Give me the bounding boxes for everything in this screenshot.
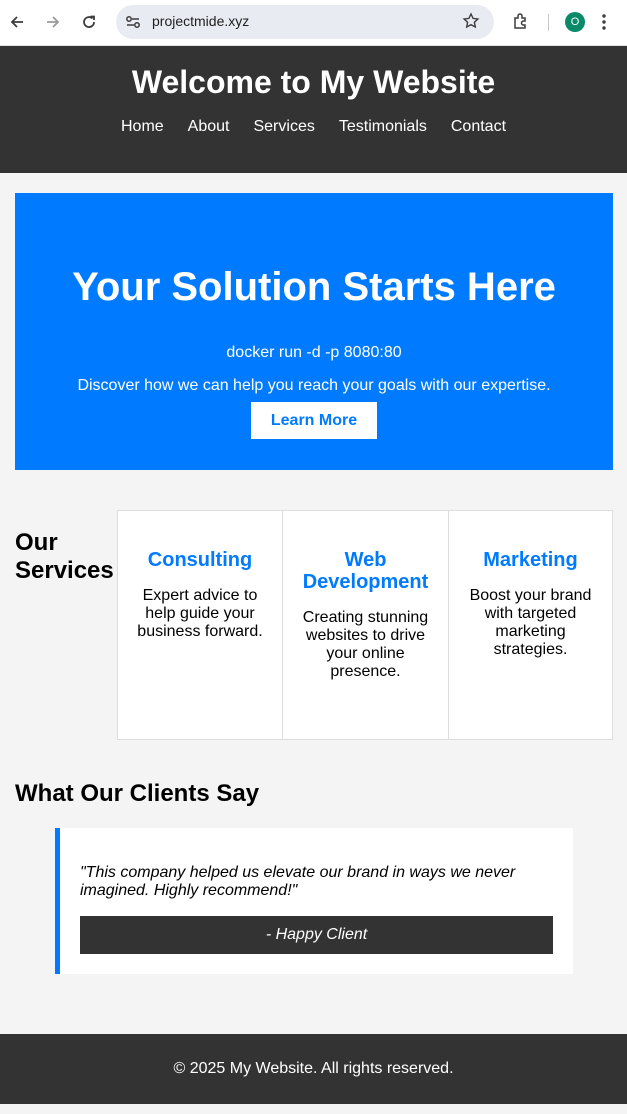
testimonial-card: "This company helped us elevate our bran… bbox=[55, 828, 573, 974]
toolbar-divider bbox=[548, 14, 549, 31]
service-card-web-development: Web Development Creating stunning websit… bbox=[282, 510, 449, 740]
nav-link-about[interactable]: About bbox=[176, 118, 242, 136]
nav-link-contact[interactable]: Contact bbox=[439, 118, 518, 136]
site-header: Welcome to My Website Home About Service… bbox=[0, 46, 627, 173]
service-text: Creating stunning websites to drive your… bbox=[302, 609, 429, 680]
hero-description: Discover how we can help you reach your … bbox=[77, 377, 551, 394]
service-card-consulting: Consulting Expert advice to help guide y… bbox=[117, 510, 283, 740]
more-menu-icon[interactable] bbox=[601, 12, 607, 37]
testimonial-quote: "This company helped us elevate our bran… bbox=[80, 864, 516, 899]
footer-copyright: © 2025 My Website. All rights reserved. bbox=[173, 1060, 454, 1077]
bookmark-star-icon[interactable] bbox=[462, 12, 480, 35]
service-card-marketing: Marketing Boost your brand with targeted… bbox=[448, 510, 613, 740]
browser-toolbar: projectmide.xyz O bbox=[0, 0, 627, 46]
learn-more-button[interactable]: Learn More bbox=[251, 402, 377, 439]
nav-link-services[interactable]: Services bbox=[241, 118, 326, 136]
service-text: Expert advice to help guide your busines… bbox=[137, 587, 263, 640]
reload-icon[interactable] bbox=[78, 11, 100, 33]
testimonials-heading: What Our Clients Say bbox=[15, 780, 260, 807]
nav-link-home[interactable]: Home bbox=[109, 118, 176, 136]
service-text: Boost your brand with targeted marketing… bbox=[469, 587, 592, 658]
hero-section: Your Solution Starts Here docker run -d … bbox=[15, 193, 613, 470]
back-arrow-icon[interactable] bbox=[6, 11, 28, 33]
testimonial-author: - Happy Client bbox=[80, 916, 553, 954]
address-bar[interactable]: projectmide.xyz bbox=[116, 5, 494, 39]
hero-command: docker run -d -p 8080:80 bbox=[226, 344, 402, 361]
service-title: Consulting bbox=[147, 549, 253, 571]
hero-heading: Your Solution Starts Here bbox=[72, 265, 556, 309]
extensions-icon[interactable] bbox=[511, 11, 531, 36]
site-title: Welcome to My Website bbox=[131, 64, 496, 100]
nav-link-testimonials[interactable]: Testimonials bbox=[327, 118, 439, 136]
main-nav: Home About Services Testimonials Contact bbox=[0, 118, 627, 136]
site-settings-icon[interactable] bbox=[124, 13, 142, 36]
forward-arrow-icon[interactable] bbox=[42, 11, 64, 33]
url-text[interactable]: projectmide.xyz bbox=[152, 13, 249, 29]
site-footer: © 2025 My Website. All rights reserved. bbox=[0, 1034, 627, 1104]
service-title: Web Development bbox=[302, 549, 429, 593]
profile-avatar[interactable]: O bbox=[565, 12, 585, 32]
service-title: Marketing bbox=[483, 549, 578, 571]
services-heading: Our Services bbox=[15, 529, 114, 584]
